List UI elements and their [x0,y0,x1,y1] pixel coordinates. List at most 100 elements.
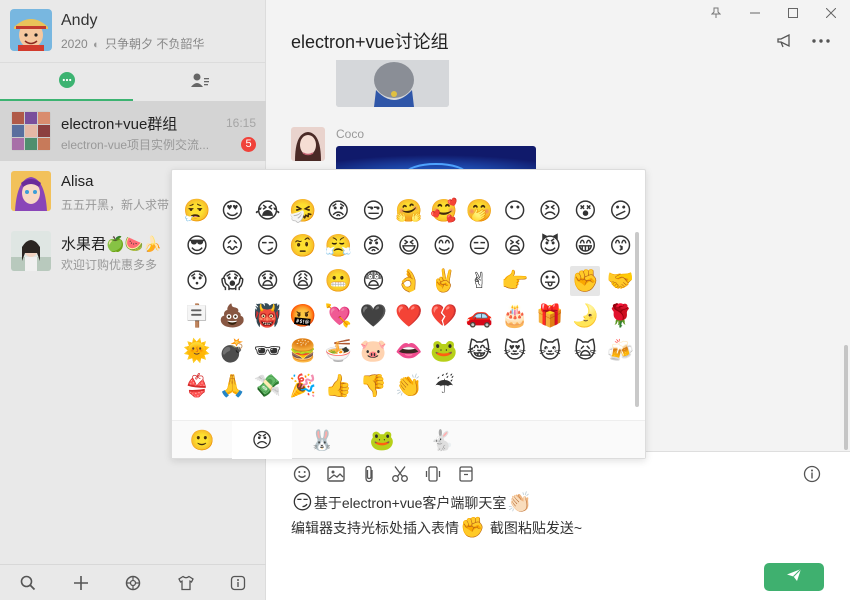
emoji-cell[interactable]: 😕 [606,196,636,226]
emoji-cell[interactable]: ✌️ [429,266,459,296]
tab-chats[interactable] [0,63,133,101]
emoji-cell[interactable]: 🌛 [570,301,600,331]
user-avatar[interactable] [10,9,52,51]
emoji-cell[interactable]: 🐷 [359,336,389,366]
emoji-cell[interactable]: 🤬 [288,301,318,331]
emoji-cell[interactable]: 😑 [464,231,494,261]
emoji-cell[interactable]: 😟 [323,196,353,226]
emoji-cell[interactable]: 💔 [429,301,459,331]
pin-icon[interactable] [707,4,725,22]
emoji-cell[interactable]: 🍜 [323,336,353,366]
emoji-cell[interactable]: 🎂 [500,301,530,331]
emoji-cell[interactable]: 😯 [182,266,212,296]
emoji-cell[interactable]: 🖤 [359,301,389,331]
emoji-cell[interactable]: 😁 [570,231,600,261]
tab-contacts[interactable] [133,63,266,101]
emoji-cell[interactable]: 😻 [500,336,530,366]
search-icon[interactable] [18,573,38,593]
emoji-cell[interactable]: 🤧 [288,196,318,226]
emoji-cell[interactable]: 🐸 [429,336,459,366]
emoji-cell[interactable]: 🤝 [606,266,636,296]
emoji-cell[interactable]: 😱 [217,266,247,296]
send-button[interactable] [764,563,824,591]
maximize-icon[interactable] [784,4,802,22]
emoji-cell[interactable]: 💘 [323,301,353,331]
emoji-cell[interactable]: 😣 [535,196,565,226]
emoji-cell[interactable]: 🚗 [464,301,494,331]
emoji-cell[interactable]: 💣 [217,336,247,366]
more-icon[interactable] [811,32,831,50]
emoji-cell[interactable]: 🍔 [288,336,318,366]
emoji-cell[interactable]: 😩 [288,266,318,296]
attachment-icon[interactable] [359,464,379,484]
emoji-cell[interactable]: 😫 [500,231,530,261]
emoji-cell[interactable]: 😮‍💨 [182,196,212,226]
emoji-scrollbar[interactable] [635,232,639,407]
emoji-cell[interactable]: 👹 [253,301,283,331]
emoji-cell[interactable]: 👉 [500,266,530,296]
emoji-cell[interactable]: 👄 [394,336,424,366]
coco-avatar[interactable] [291,127,325,161]
emoji-cell[interactable]: 🥰 [429,196,459,226]
emoji-cell[interactable]: 👌 [394,266,424,296]
info-circle-icon[interactable] [802,464,822,484]
add-icon[interactable] [71,573,91,593]
chat-item-group[interactable]: electron+vue群组 16:15 electron-vue项目实例交流.… [0,101,266,161]
emoji-cell[interactable]: 🤭 [464,196,494,226]
emoji-cell[interactable]: 😖 [217,231,247,261]
emoji-cell[interactable]: 😬 [323,266,353,296]
emoji-cell[interactable]: 👙 [182,371,212,401]
emoji-cell[interactable]: 🐱 [535,336,565,366]
emoji-cell[interactable]: 🤗 [394,196,424,226]
emoji-cell[interactable]: 🌹 [606,301,636,331]
emoji-cell[interactable]: 😈 [535,231,565,261]
emoji-cell[interactable]: 🌞 [182,336,212,366]
history-icon[interactable] [456,464,476,484]
skin-shirt-icon[interactable] [176,573,196,593]
emoji-cell[interactable]: 🎁 [535,301,565,331]
emoji-cell[interactable]: 🤨 [288,231,318,261]
message-scrollbar[interactable] [844,345,848,450]
moments-icon[interactable] [123,573,143,593]
message-editor[interactable]: 😏 基于electron+vue客户端聊天室 👏🏻 编辑器支持光标处插入表情 ✊… [266,451,850,600]
emoji-cell[interactable]: 👎 [359,371,389,401]
editor-line-1[interactable]: 😏 基于electron+vue客户端聊天室 👏🏻 [291,490,533,515]
emoji-cell[interactable]: 🙀 [570,336,600,366]
info-icon[interactable] [228,573,248,593]
emoji-cell[interactable]: 😡 [359,231,389,261]
emoji-cell[interactable]: 🍻 [606,336,636,366]
close-icon[interactable] [822,4,840,22]
emoji-cell[interactable]: 😆 [394,231,424,261]
emoji-cell[interactable]: 🙏 [217,371,247,401]
announcement-icon[interactable] [775,32,795,50]
emoji-category-tab[interactable]: 🐸 [352,421,412,459]
emoji-cell[interactable]: 😵 [570,196,600,226]
emoji-cell[interactable]: 🕶 [253,336,283,366]
emoji-cell[interactable]: 😎 [182,231,212,261]
screenshot-scissors-icon[interactable] [390,464,410,484]
emoji-category-tab[interactable]: 🙂 [172,421,232,459]
emoji-cell[interactable]: ☔ [429,371,459,401]
emoji-cell[interactable]: ❤️ [394,301,424,331]
emoji-cell[interactable]: 💸 [253,371,283,401]
emoji-category-tab[interactable]: 🐰 [292,421,352,459]
emoji-cell[interactable]: 💩 [217,301,247,331]
emoji-category-tab[interactable]: 😠 [232,421,292,459]
shake-phone-icon[interactable] [423,464,443,484]
editor-line-2[interactable]: 编辑器支持光标处插入表情 ✊ 截图粘贴发送~ [291,515,582,540]
emoji-cell[interactable]: 😶 [500,196,530,226]
emoji-cell[interactable]: 😧 [253,266,283,296]
emoji-cell[interactable]: 😨 [359,266,389,296]
minimize-icon[interactable] [746,4,764,22]
emoji-cell[interactable]: 😊 [429,231,459,261]
emoji-cell[interactable]: 😍 [217,196,247,226]
user-profile[interactable]: Andy 2020 ◐ 只争朝夕 不负韶华 [0,0,266,60]
emoji-cell[interactable]: 🪧 [182,301,212,331]
emoji-cell[interactable]: 😏 [253,231,283,261]
emoji-cell[interactable]: 😛 [535,266,565,296]
emoji-cell[interactable]: 😙 [606,231,636,261]
emoji-cell[interactable]: 👍 [323,371,353,401]
image-icon[interactable] [326,464,346,484]
emoji-cell[interactable]: 😭 [253,196,283,226]
emoji-cell[interactable]: 🎉 [288,371,318,401]
